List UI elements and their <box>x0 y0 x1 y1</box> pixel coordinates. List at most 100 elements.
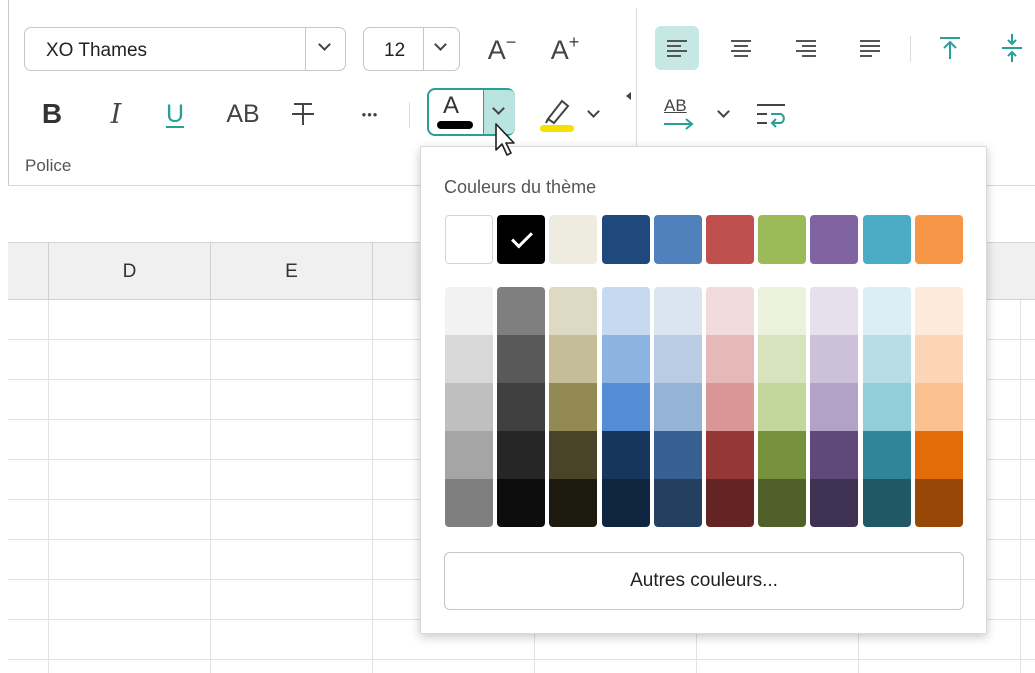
font-size-select[interactable]: 12 <box>363 27 460 71</box>
shade-color-swatch[interactable] <box>497 335 546 383</box>
collapse-arrow-icon[interactable] <box>626 92 631 100</box>
shade-color-swatch[interactable] <box>758 431 807 479</box>
shade-color-swatch[interactable] <box>497 287 546 335</box>
row-header-corner[interactable] <box>8 243 49 300</box>
shade-color-swatch[interactable] <box>601 383 650 431</box>
shade-color-swatch[interactable] <box>862 431 911 479</box>
all-caps-button[interactable]: AB <box>218 94 268 134</box>
wrap-text-button[interactable] <box>748 94 794 134</box>
theme-color-swatch[interactable] <box>810 215 859 264</box>
theme-color-swatch[interactable] <box>445 215 493 264</box>
shade-color-swatch[interactable] <box>914 335 963 383</box>
font-name-value: XO Thames <box>46 40 148 61</box>
justify-button[interactable] <box>848 26 892 70</box>
theme-color-swatch[interactable] <box>862 215 911 264</box>
underline-button[interactable]: U <box>155 94 195 134</box>
shade-color-swatch[interactable] <box>653 287 702 335</box>
theme-colors-title: Couleurs du thème <box>444 177 597 197</box>
shade-color-swatch[interactable] <box>810 335 859 383</box>
shade-color-swatch[interactable] <box>445 287 493 335</box>
shade-column <box>497 287 546 527</box>
italic-button[interactable]: I <box>96 94 136 134</box>
shade-column <box>758 287 807 527</box>
font-name-select[interactable]: XO Thames <box>24 27 346 71</box>
shade-color-swatch[interactable] <box>497 479 546 527</box>
shade-color-swatch[interactable] <box>758 479 807 527</box>
shade-color-swatch[interactable] <box>706 479 754 527</box>
align-right-button[interactable] <box>784 26 828 70</box>
shade-color-swatch[interactable] <box>601 479 650 527</box>
shade-color-swatch[interactable] <box>758 383 807 431</box>
shade-color-swatch[interactable] <box>445 479 493 527</box>
shade-color-swatch[interactable] <box>601 335 650 383</box>
underline-icon: U <box>165 99 185 128</box>
theme-color-swatch[interactable] <box>914 215 963 264</box>
shade-color-swatch[interactable] <box>601 287 650 335</box>
shade-color-swatch[interactable] <box>445 335 493 383</box>
align-left-button[interactable] <box>655 26 699 70</box>
shade-color-swatch[interactable] <box>706 383 754 431</box>
bold-button[interactable]: B <box>32 94 72 134</box>
shade-color-swatch[interactable] <box>862 479 911 527</box>
shrink-font-button[interactable]: A − <box>480 30 524 70</box>
shade-color-swatch[interactable] <box>914 287 963 335</box>
text-direction-dropdown-button[interactable] <box>712 100 736 130</box>
shade-color-swatch[interactable] <box>549 335 598 383</box>
font-size-dropdown-button[interactable] <box>423 28 459 70</box>
highlighter-icon <box>540 99 574 132</box>
shade-color-swatch[interactable] <box>914 383 963 431</box>
shade-color-swatch[interactable] <box>497 383 546 431</box>
shade-color-swatch[interactable] <box>810 287 859 335</box>
theme-color-swatch[interactable] <box>653 215 702 264</box>
chevron-down-icon <box>717 105 730 118</box>
text-direction-button[interactable]: AB <box>656 92 700 134</box>
shade-color-swatch[interactable] <box>706 431 754 479</box>
more-button[interactable]: ••• <box>350 96 390 132</box>
theme-color-swatch[interactable] <box>497 215 546 264</box>
shade-color-swatch[interactable] <box>862 287 911 335</box>
shade-color-swatch[interactable] <box>549 383 598 431</box>
shade-color-swatch[interactable] <box>862 383 911 431</box>
shade-color-swatch[interactable] <box>914 479 963 527</box>
shade-color-swatch[interactable] <box>653 431 702 479</box>
shade-column <box>601 287 650 527</box>
theme-color-swatch[interactable] <box>549 215 598 264</box>
shade-color-swatch[interactable] <box>758 335 807 383</box>
column-header-e[interactable]: E <box>211 243 373 300</box>
align-top-button[interactable] <box>928 26 972 70</box>
shade-column <box>862 287 911 527</box>
shade-column <box>914 287 963 527</box>
shade-color-swatch[interactable] <box>653 383 702 431</box>
shade-color-swatch[interactable] <box>862 335 911 383</box>
shade-color-swatch[interactable] <box>706 287 754 335</box>
align-middle-button[interactable] <box>992 26 1032 70</box>
shade-color-swatch[interactable] <box>549 287 598 335</box>
column-header-d[interactable]: D <box>49 243 211 300</box>
all-caps-icon: AB <box>226 99 260 128</box>
shade-color-swatch[interactable] <box>497 431 546 479</box>
strikethrough-button[interactable] <box>285 94 321 134</box>
shade-color-swatch[interactable] <box>810 431 859 479</box>
theme-color-swatch[interactable] <box>601 215 650 264</box>
shade-color-swatch[interactable] <box>549 479 598 527</box>
shade-color-swatch[interactable] <box>810 383 859 431</box>
shade-color-swatch[interactable] <box>914 431 963 479</box>
shade-color-swatch[interactable] <box>445 383 493 431</box>
shade-color-swatch[interactable] <box>706 335 754 383</box>
font-name-dropdown-button[interactable] <box>305 28 345 70</box>
shade-color-swatch[interactable] <box>653 335 702 383</box>
shade-color-swatch[interactable] <box>601 431 650 479</box>
more-colors-button[interactable]: Autres couleurs... <box>444 552 964 610</box>
shade-color-swatch[interactable] <box>758 287 807 335</box>
shade-color-swatch[interactable] <box>810 479 859 527</box>
theme-color-swatch[interactable] <box>706 215 754 264</box>
highlight-dropdown-button[interactable] <box>582 100 606 130</box>
theme-color-swatch[interactable] <box>758 215 807 264</box>
shade-color-swatch[interactable] <box>653 479 702 527</box>
highlight-color-button[interactable] <box>532 90 580 136</box>
align-center-button[interactable] <box>719 26 763 70</box>
shade-color-swatch[interactable] <box>549 431 598 479</box>
shade-color-swatch[interactable] <box>445 431 493 479</box>
grow-font-icon: A <box>550 34 569 65</box>
grow-font-button[interactable]: A + <box>542 30 588 70</box>
